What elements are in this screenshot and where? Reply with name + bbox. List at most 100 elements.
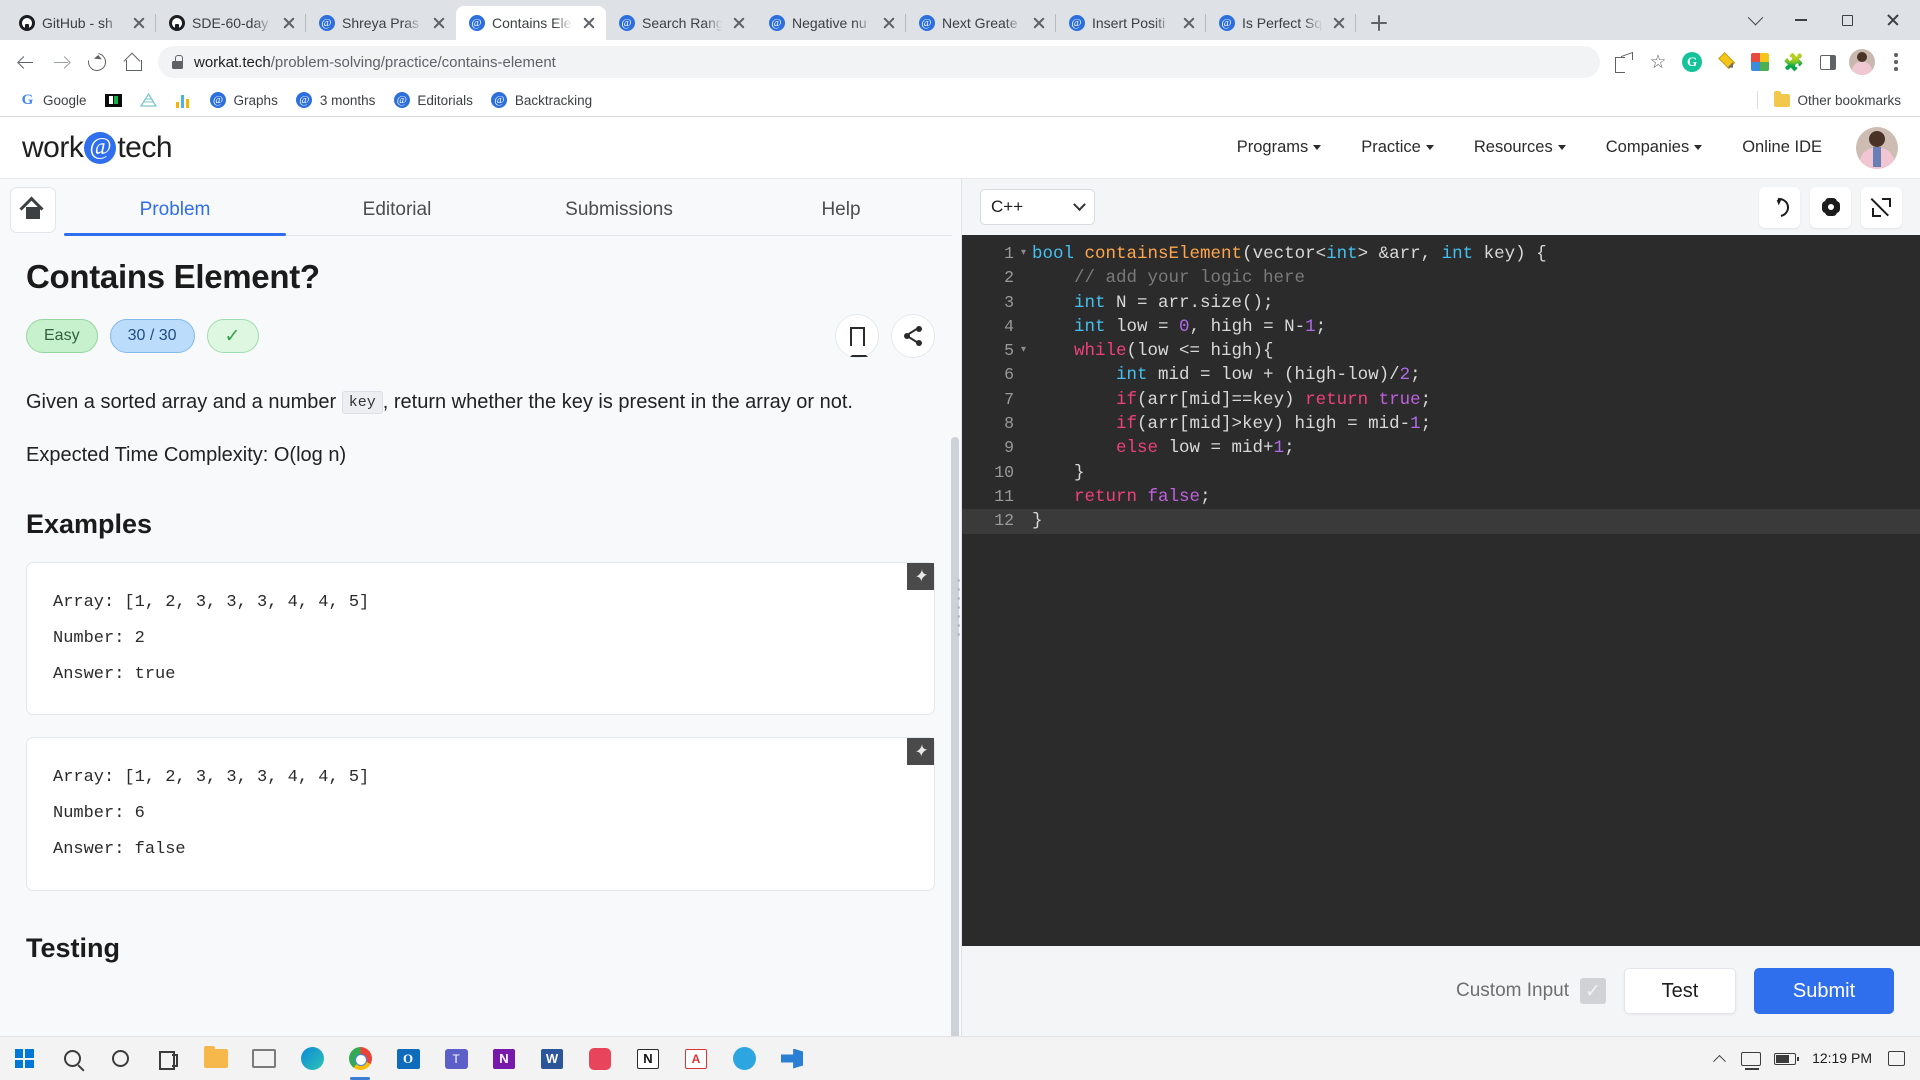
split-resizer[interactable] xyxy=(955,179,962,1036)
notion-button[interactable]: N xyxy=(624,1037,672,1080)
browser-tab[interactable]: @ Next Greate xyxy=(906,6,1056,40)
chrome-menu-icon[interactable] xyxy=(1880,46,1912,78)
colorful-extension-icon[interactable] xyxy=(1744,46,1776,78)
file-explorer-button[interactable] xyxy=(192,1037,240,1080)
taskbar-clock[interactable]: 12:19 PM xyxy=(1802,1050,1882,1068)
task-view-button[interactable] xyxy=(144,1037,192,1080)
run-example-icon[interactable]: ✦ xyxy=(907,563,934,591)
home-button[interactable] xyxy=(116,45,150,79)
edge-button[interactable] xyxy=(288,1037,336,1080)
file-explorer-icon xyxy=(204,1046,228,1068)
fullscreen-button[interactable] xyxy=(1861,186,1902,228)
bookmark-dark[interactable] xyxy=(96,88,131,113)
maximize-icon[interactable] xyxy=(1824,0,1870,40)
tab-submissions[interactable]: Submissions xyxy=(508,187,730,235)
browser-tab[interactable]: SDE-60-day xyxy=(156,6,306,40)
run-example-icon[interactable]: ✦ xyxy=(907,738,934,766)
close-icon[interactable] xyxy=(1331,15,1347,31)
nav-item-resources[interactable]: Resources xyxy=(1454,130,1586,165)
other-bookmarks-folder[interactable]: Other bookmarks xyxy=(1764,88,1910,113)
chrome-button[interactable] xyxy=(336,1037,384,1080)
home-button[interactable] xyxy=(10,187,56,233)
telegram-button[interactable] xyxy=(720,1037,768,1080)
bookmark-graphs[interactable]: @ Graphs xyxy=(201,88,287,113)
close-window-icon[interactable] xyxy=(1870,0,1916,40)
show-hidden-icons-button[interactable] xyxy=(1704,1037,1734,1080)
share-button[interactable] xyxy=(891,314,935,358)
nav-item-online-ide[interactable]: Online IDE xyxy=(1722,130,1842,165)
reset-code-button[interactable] xyxy=(1759,186,1800,228)
bookmark-button[interactable] xyxy=(835,314,879,358)
tab-search-icon[interactable] xyxy=(1732,0,1778,40)
browser-tab[interactable]: @ Shreya Pras xyxy=(306,6,456,40)
highlighter-extension-icon[interactable] xyxy=(1710,46,1742,78)
site-logo[interactable]: work @ tech xyxy=(22,131,173,165)
new-tab-button[interactable] xyxy=(1362,6,1396,40)
share-icon[interactable] xyxy=(1608,46,1640,78)
forward-button[interactable] xyxy=(44,45,78,79)
close-icon[interactable] xyxy=(1031,15,1047,31)
minimize-icon[interactable] xyxy=(1778,0,1824,40)
reload-button[interactable] xyxy=(80,45,114,79)
browser-tab[interactable]: @ Insert Positi xyxy=(1056,6,1206,40)
battery-tray-button[interactable] xyxy=(1768,1037,1802,1080)
cortana-button[interactable] xyxy=(96,1037,144,1080)
editor-settings-button[interactable] xyxy=(1810,186,1851,228)
custom-input-toggle[interactable]: Custom Input ✓ xyxy=(1456,978,1606,1004)
close-icon[interactable] xyxy=(1181,15,1197,31)
test-button[interactable]: Test xyxy=(1624,968,1736,1014)
back-button[interactable] xyxy=(8,45,42,79)
start-button[interactable] xyxy=(0,1037,48,1080)
extensions-puzzle-icon[interactable]: 🧩 xyxy=(1778,46,1810,78)
bookmark-backtracking[interactable]: @ Backtracking xyxy=(482,88,601,113)
vscode-button[interactable] xyxy=(768,1037,816,1080)
tab-editorial[interactable]: Editorial xyxy=(286,187,508,235)
browser-tab[interactable]: @ Negative nu xyxy=(756,6,906,40)
grammarly-extension-icon[interactable]: G xyxy=(1676,46,1708,78)
edge-icon xyxy=(300,1047,324,1070)
tab-problem[interactable]: Problem xyxy=(64,187,286,235)
bookmark-star-icon[interactable]: ☆ xyxy=(1642,46,1674,78)
tab-help[interactable]: Help xyxy=(730,187,952,235)
notifications-button[interactable] xyxy=(1882,1037,1910,1080)
onenote-button[interactable]: N xyxy=(480,1037,528,1080)
bookmark-editorials[interactable]: @ Editorials xyxy=(384,88,482,113)
close-icon[interactable] xyxy=(431,15,447,31)
custom-input-checkbox[interactable]: ✓ xyxy=(1580,978,1606,1004)
bookmark-google[interactable]: G Google xyxy=(10,88,96,113)
nav-item-companies[interactable]: Companies xyxy=(1586,130,1722,165)
close-icon[interactable] xyxy=(131,15,147,31)
close-icon[interactable] xyxy=(881,15,897,31)
browser-tab[interactable]: GitHub - sh xyxy=(6,6,156,40)
nav-item-practice[interactable]: Practice xyxy=(1341,130,1454,165)
tab-title: Contains Ele xyxy=(492,15,572,31)
task-view-icon xyxy=(158,1051,178,1070)
browser-tab[interactable]: @ Search Rang xyxy=(606,6,756,40)
pdf-button[interactable]: A xyxy=(672,1037,720,1080)
language-select[interactable]: C++ xyxy=(980,189,1095,225)
nav-item-programs[interactable]: Programs xyxy=(1217,130,1342,165)
powerpoint-button[interactable] xyxy=(576,1037,624,1080)
teams-button[interactable]: T xyxy=(432,1037,480,1080)
bookmark-triangle[interactable] xyxy=(131,88,166,113)
bookmark-bars[interactable] xyxy=(166,88,201,113)
fold-arrow-icon[interactable]: ▾ xyxy=(1020,339,1032,363)
close-icon[interactable] xyxy=(281,15,297,31)
user-avatar[interactable] xyxy=(1856,126,1898,169)
fold-arrow-icon[interactable]: ▾ xyxy=(1020,242,1032,266)
close-icon[interactable] xyxy=(581,15,597,31)
taskbar-search-button[interactable] xyxy=(48,1037,96,1080)
browser-tab-active[interactable]: @ Contains Ele xyxy=(456,6,606,40)
word-button[interactable]: W xyxy=(528,1037,576,1080)
close-icon[interactable] xyxy=(731,15,747,31)
bookmark-3-months[interactable]: @ 3 months xyxy=(287,88,385,113)
profile-avatar[interactable] xyxy=(1846,46,1878,78)
submit-button[interactable]: Submit xyxy=(1754,968,1894,1014)
code-editor[interactable]: 1 ▾ bool containsElement(vector<int> &arr,… xyxy=(962,235,1920,946)
outlook-button[interactable]: O xyxy=(384,1037,432,1080)
terminal-button[interactable] xyxy=(240,1037,288,1080)
display-tray-button[interactable] xyxy=(1734,1037,1768,1080)
browser-tab[interactable]: @ Is Perfect Sq xyxy=(1206,6,1356,40)
side-panel-icon[interactable] xyxy=(1812,46,1844,78)
address-bar[interactable]: workat.tech/problem-solving/practice/con… xyxy=(158,46,1600,78)
